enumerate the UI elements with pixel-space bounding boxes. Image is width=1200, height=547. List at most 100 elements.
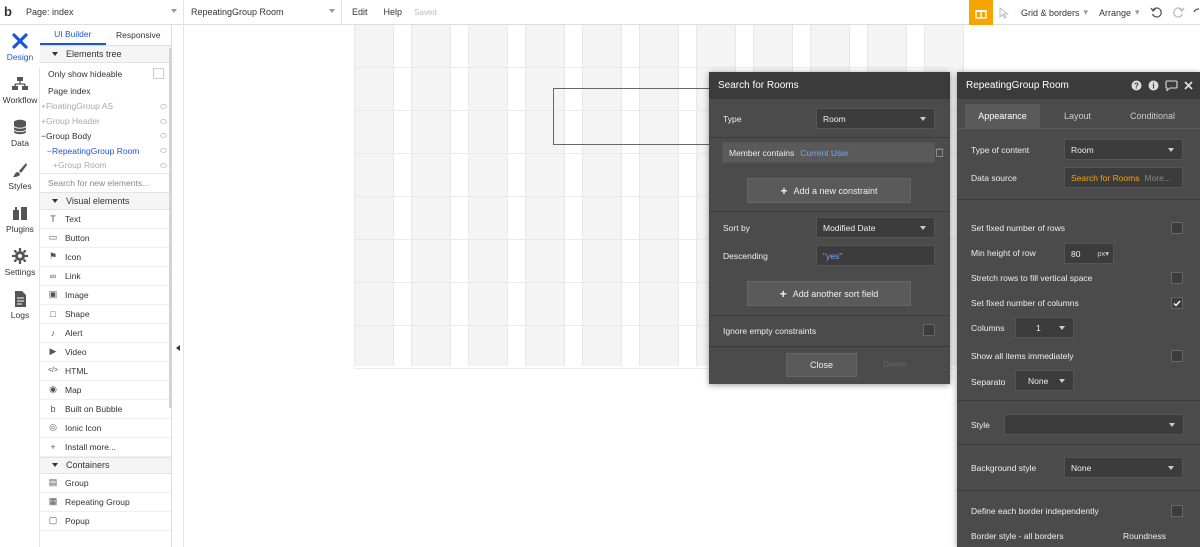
- bubble-logo-icon[interactable]: b: [4, 5, 16, 19]
- add-sort-button[interactable]: + Add another sort field: [747, 281, 911, 306]
- redo-button[interactable]: [1172, 0, 1185, 25]
- tree-item-label: −RepeatingGroup Room: [47, 145, 140, 156]
- repeating-group-selection[interactable]: [553, 88, 713, 145]
- data-source-label: Data source: [971, 173, 1017, 183]
- element-label: Image: [65, 289, 89, 300]
- element-icon: ▦: [48, 496, 58, 507]
- element-item[interactable]: ◎ Ionic Icon: [40, 419, 171, 438]
- fixed-cols-checkbox[interactable]: [1171, 297, 1183, 309]
- eye-icon[interactable]: [160, 162, 167, 168]
- columns-select[interactable]: 1: [1015, 317, 1074, 338]
- constraint-value[interactable]: Current User: [800, 148, 849, 158]
- gift-button[interactable]: [969, 0, 993, 25]
- element-item[interactable]: ▤ Group: [40, 474, 171, 493]
- element-item[interactable]: ▦ Repeating Group: [40, 493, 171, 512]
- separator-select[interactable]: None: [1015, 370, 1074, 391]
- rail-workflow[interactable]: Workflow: [0, 68, 40, 111]
- add-constraint-button[interactable]: + Add a new constraint: [747, 178, 911, 203]
- tree-item[interactable]: −Group Body: [40, 128, 171, 143]
- tree-item[interactable]: +FloatingGroup AS: [40, 99, 171, 114]
- element-item[interactable]: ♪ Alert: [40, 324, 171, 343]
- grid-borders-menu[interactable]: Grid & borders ▾: [1021, 0, 1088, 25]
- eye-icon[interactable]: [160, 148, 167, 154]
- undo-button[interactable]: [1150, 0, 1163, 25]
- visual-elements-header[interactable]: Visual elements: [40, 192, 171, 210]
- trash-icon[interactable]: [935, 147, 944, 157]
- chevron-down-icon: [1168, 466, 1174, 470]
- close-button[interactable]: Close: [786, 353, 857, 377]
- element-item[interactable]: ▢ Popup: [40, 512, 171, 531]
- help-icon[interactable]: ?: [1131, 80, 1142, 91]
- background-style-select[interactable]: None: [1064, 457, 1183, 478]
- tab-layout[interactable]: Layout: [1040, 104, 1115, 128]
- rail-plugins[interactable]: Plugins: [0, 197, 40, 240]
- element-item[interactable]: ⚑ Icon: [40, 248, 171, 267]
- rail-settings[interactable]: Settings: [0, 240, 40, 283]
- data-source-more[interactable]: More...: [1145, 173, 1171, 183]
- containers-header[interactable]: Containers: [40, 456, 171, 474]
- fixed-rows-checkbox[interactable]: [1171, 222, 1183, 234]
- tab-conditional[interactable]: Conditional: [1115, 104, 1190, 128]
- element-selector[interactable]: RepeatingGroup Room: [187, 0, 342, 25]
- element-item[interactable]: ▭ Button: [40, 229, 171, 248]
- min-height-input[interactable]: 80 px▾: [1064, 243, 1114, 264]
- border-independent-checkbox[interactable]: [1171, 505, 1183, 517]
- panel-collapse-handle[interactable]: [172, 25, 184, 547]
- style-select[interactable]: [1004, 414, 1184, 435]
- tab-ui-builder[interactable]: UI Builder: [40, 25, 106, 45]
- show-all-checkbox[interactable]: [1171, 350, 1183, 362]
- tab-responsive[interactable]: Responsive: [106, 25, 172, 45]
- element-item[interactable]: b Built on Bubble: [40, 400, 171, 419]
- rail-logs[interactable]: Logs: [0, 283, 40, 326]
- eye-icon[interactable]: [160, 103, 167, 109]
- tree-item[interactable]: −RepeatingGroup Room: [40, 143, 171, 158]
- data-source-field[interactable]: Search for Rooms More...: [1064, 167, 1183, 188]
- menu-help[interactable]: Help: [384, 7, 403, 17]
- eye-icon[interactable]: [160, 133, 167, 139]
- rail-data[interactable]: Data: [0, 111, 40, 154]
- sort-select[interactable]: Modified Date: [816, 217, 935, 238]
- type-of-content-select[interactable]: Room: [1064, 139, 1183, 160]
- only-show-hideable-label: Only show hideable: [48, 68, 123, 79]
- rail-design[interactable]: Design: [0, 25, 40, 68]
- comment-icon[interactable]: [1165, 80, 1178, 91]
- delete-button[interactable]: Delete: [883, 360, 906, 369]
- ignore-empty-checkbox[interactable]: [923, 324, 935, 336]
- element-item[interactable]: </> HTML: [40, 362, 171, 381]
- only-show-hideable-checkbox[interactable]: [153, 68, 164, 79]
- arrange-menu[interactable]: Arrange ▾: [1099, 0, 1140, 25]
- page-selector[interactable]: Page: index: [22, 0, 184, 25]
- element-item[interactable]: T Text: [40, 210, 171, 229]
- more-tools[interactable]: [1192, 0, 1200, 25]
- pointer-tool[interactable]: [998, 0, 1010, 25]
- property-editor-header[interactable]: RepeatingGroup Room: [957, 72, 1200, 99]
- tab-appearance[interactable]: Appearance: [965, 104, 1040, 128]
- data-source-value[interactable]: Search for Rooms: [1071, 173, 1140, 183]
- search-elements-input[interactable]: Search for new elements...: [40, 172, 171, 193]
- stretch-rows-checkbox[interactable]: [1171, 272, 1183, 284]
- element-item[interactable]: ▣ Image: [40, 286, 171, 305]
- search-dialog-title[interactable]: Search for Rooms: [709, 72, 950, 99]
- rail-styles[interactable]: Styles: [0, 154, 40, 197]
- close-icon[interactable]: [1184, 81, 1193, 90]
- eye-icon[interactable]: [160, 118, 167, 124]
- element-item[interactable]: □ Shape: [40, 305, 171, 324]
- descending-input[interactable]: "yes": [816, 245, 935, 266]
- tree-item[interactable]: Page index: [40, 84, 171, 99]
- tree-item[interactable]: +Group Header: [40, 114, 171, 129]
- descending-value: "yes": [823, 250, 843, 261]
- tree-item-label: +Group Header: [41, 115, 100, 126]
- chevron-down-icon: ▾: [1135, 7, 1140, 17]
- info-icon[interactable]: i: [1148, 80, 1159, 91]
- min-height-unit[interactable]: px▾: [1097, 249, 1109, 258]
- element-label: Group: [65, 477, 89, 488]
- constraint-row[interactable]: Member contains Current User: [722, 142, 935, 163]
- elements-tree-header[interactable]: Elements tree: [40, 46, 171, 63]
- tree-item[interactable]: +Group Room: [40, 158, 171, 173]
- element-item[interactable]: ▶ Video: [40, 343, 171, 362]
- element-item[interactable]: + Install more...: [40, 438, 171, 457]
- menu-edit[interactable]: Edit: [352, 7, 368, 17]
- element-item[interactable]: ∞ Link: [40, 267, 171, 286]
- type-select[interactable]: Room: [816, 108, 935, 129]
- element-item[interactable]: ◉ Map: [40, 381, 171, 400]
